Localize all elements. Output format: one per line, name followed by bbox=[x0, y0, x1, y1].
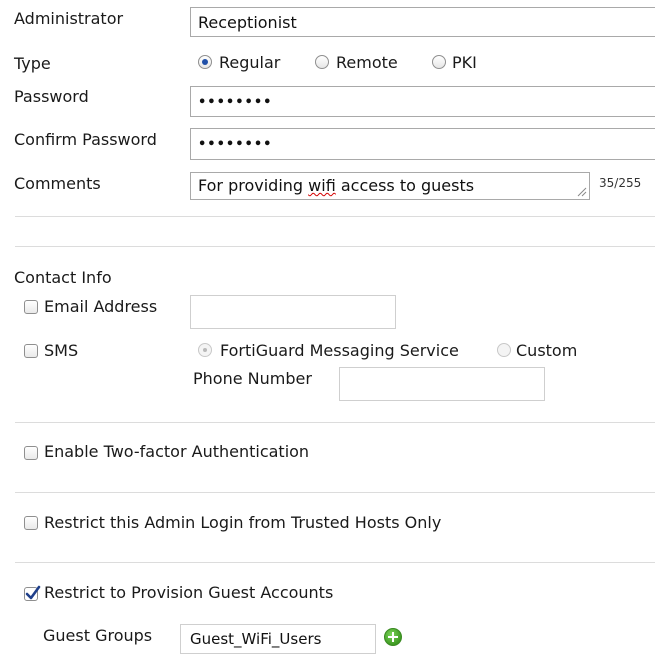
type-option-label: Remote bbox=[336, 53, 398, 72]
password-label: Password bbox=[14, 87, 89, 106]
administrator-input[interactable]: Receptionist bbox=[190, 7, 655, 37]
password-input[interactable]: •••••••• bbox=[190, 86, 655, 117]
divider bbox=[15, 562, 655, 563]
divider bbox=[15, 492, 655, 493]
sms-option-label: FortiGuard Messaging Service bbox=[220, 341, 459, 360]
sms-label: SMS bbox=[44, 341, 79, 360]
checkbox-unchecked-icon bbox=[24, 300, 38, 314]
guest-groups-label: Guest Groups bbox=[43, 626, 153, 645]
comments-text: For providing bbox=[198, 176, 309, 195]
email-input[interactable] bbox=[190, 295, 396, 329]
contact-info-heading: Contact Info bbox=[14, 268, 112, 287]
checkbox-unchecked-icon bbox=[24, 344, 38, 358]
checkbox-checked-icon bbox=[24, 585, 41, 601]
misspelled-word: wifi bbox=[308, 176, 336, 195]
divider bbox=[15, 422, 655, 423]
phone-number-label: Phone Number bbox=[193, 369, 312, 388]
type-option-label: Regular bbox=[219, 53, 281, 72]
checkbox-unchecked-icon bbox=[24, 516, 38, 530]
administrator-label: Administrator bbox=[14, 9, 124, 28]
comments-char-counter: 35/255 bbox=[599, 176, 642, 190]
type-option-label: PKI bbox=[452, 53, 477, 72]
radio-selected-icon bbox=[198, 55, 212, 69]
radio-unselected-icon bbox=[497, 343, 511, 357]
email-label: Email Address bbox=[44, 297, 158, 316]
sms-option-label: Custom bbox=[516, 341, 578, 360]
type-label: Type bbox=[14, 54, 51, 73]
comments-text-rest: access to guests bbox=[335, 176, 475, 195]
divider bbox=[15, 246, 655, 247]
confirm-password-input[interactable]: •••••••• bbox=[190, 128, 655, 160]
phone-number-input[interactable] bbox=[339, 367, 545, 401]
guest-accounts-label: Restrict to Provision Guest Accounts bbox=[44, 583, 334, 602]
comments-textarea[interactable]: For providing wifi access to guests bbox=[190, 172, 590, 200]
confirm-password-label: Confirm Password bbox=[14, 130, 157, 149]
add-group-icon[interactable] bbox=[384, 628, 402, 646]
resize-handle-icon[interactable] bbox=[577, 187, 587, 197]
guest-group-select[interactable]: Guest_WiFi_Users bbox=[180, 624, 376, 654]
radio-unselected-icon bbox=[432, 55, 446, 69]
comments-label: Comments bbox=[14, 174, 101, 193]
radio-unselected-icon bbox=[315, 55, 329, 69]
trusted-hosts-label: Restrict this Admin Login from Trusted H… bbox=[44, 513, 442, 532]
two-factor-label: Enable Two-factor Authentication bbox=[44, 442, 310, 461]
divider bbox=[15, 216, 655, 217]
radio-selected-icon bbox=[198, 343, 212, 357]
checkbox-unchecked-icon bbox=[24, 446, 38, 460]
